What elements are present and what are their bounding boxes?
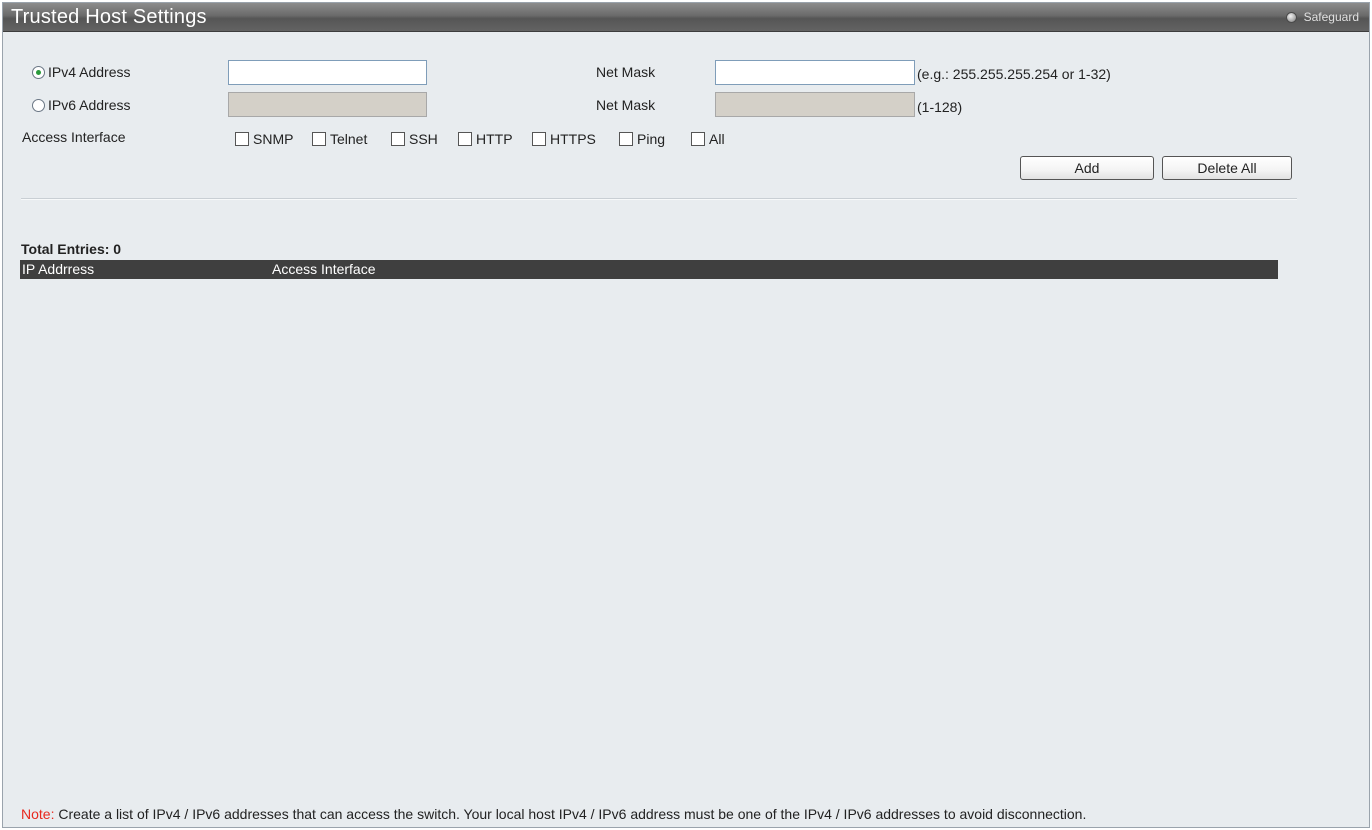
ssh-label: SSH [409, 131, 438, 147]
ipv6-netmask-label: Net Mask [596, 97, 656, 113]
ipv6-netmask-hint: (1-128) [917, 99, 963, 115]
http-checkbox[interactable] [458, 132, 472, 146]
add-button[interactable]: Add [1020, 156, 1154, 180]
column-header-ip-address: IP Addrress [22, 261, 95, 277]
delete-all-button[interactable]: Delete All [1162, 156, 1292, 180]
all-label: All [709, 131, 725, 147]
ipv6-radio-label: IPv6 Address [48, 97, 131, 113]
ipv4-netmask-input[interactable] [715, 60, 915, 85]
ping-checkbox[interactable] [619, 132, 633, 146]
footer-note: Note: Create a list of IPv4 / IPv6 addre… [21, 806, 1086, 822]
safeguard-label: Safeguard [1303, 10, 1359, 24]
note-label: Note: [21, 806, 55, 822]
page-title: Trusted Host Settings [11, 6, 207, 28]
trusted-host-panel: Trusted Host Settings Safeguard IPv4 Add… [2, 2, 1370, 828]
ipv4-radio[interactable] [32, 66, 45, 79]
column-header-access-interface: Access Interface [272, 261, 376, 277]
ipv6-address-input[interactable] [228, 92, 427, 117]
section-divider [21, 198, 1297, 200]
https-checkbox[interactable] [532, 132, 546, 146]
safeguard-indicator[interactable]: Safeguard [1285, 9, 1359, 25]
ipv6-radio[interactable] [32, 99, 45, 112]
ipv4-netmask-label: Net Mask [596, 64, 656, 80]
snmp-label: SNMP [253, 131, 294, 147]
all-checkbox[interactable] [691, 132, 705, 146]
ipv4-netmask-hint: (e.g.: 255.255.255.254 or 1-32) [917, 66, 1111, 82]
telnet-checkbox[interactable] [312, 132, 326, 146]
http-label: HTTP [476, 131, 513, 147]
telnet-label: Telnet [330, 131, 368, 147]
ipv4-address-input[interactable] [228, 60, 427, 85]
table-header: IP Addrress Access Interface [20, 260, 1278, 279]
access-interface-label: Access Interface [22, 129, 126, 145]
total-entries: Total Entries: 0 [21, 241, 122, 257]
ipv6-netmask-input[interactable] [715, 92, 915, 117]
ssh-checkbox[interactable] [391, 132, 405, 146]
note-text: Create a list of IPv4 / IPv6 addresses t… [58, 806, 1087, 822]
ping-label: Ping [637, 131, 666, 147]
safeguard-status-icon [1285, 11, 1297, 23]
https-label: HTTPS [550, 131, 596, 147]
title-bar: Trusted Host Settings Safeguard [3, 3, 1369, 32]
ipv4-radio-label: IPv4 Address [48, 64, 131, 80]
snmp-checkbox[interactable] [235, 132, 249, 146]
